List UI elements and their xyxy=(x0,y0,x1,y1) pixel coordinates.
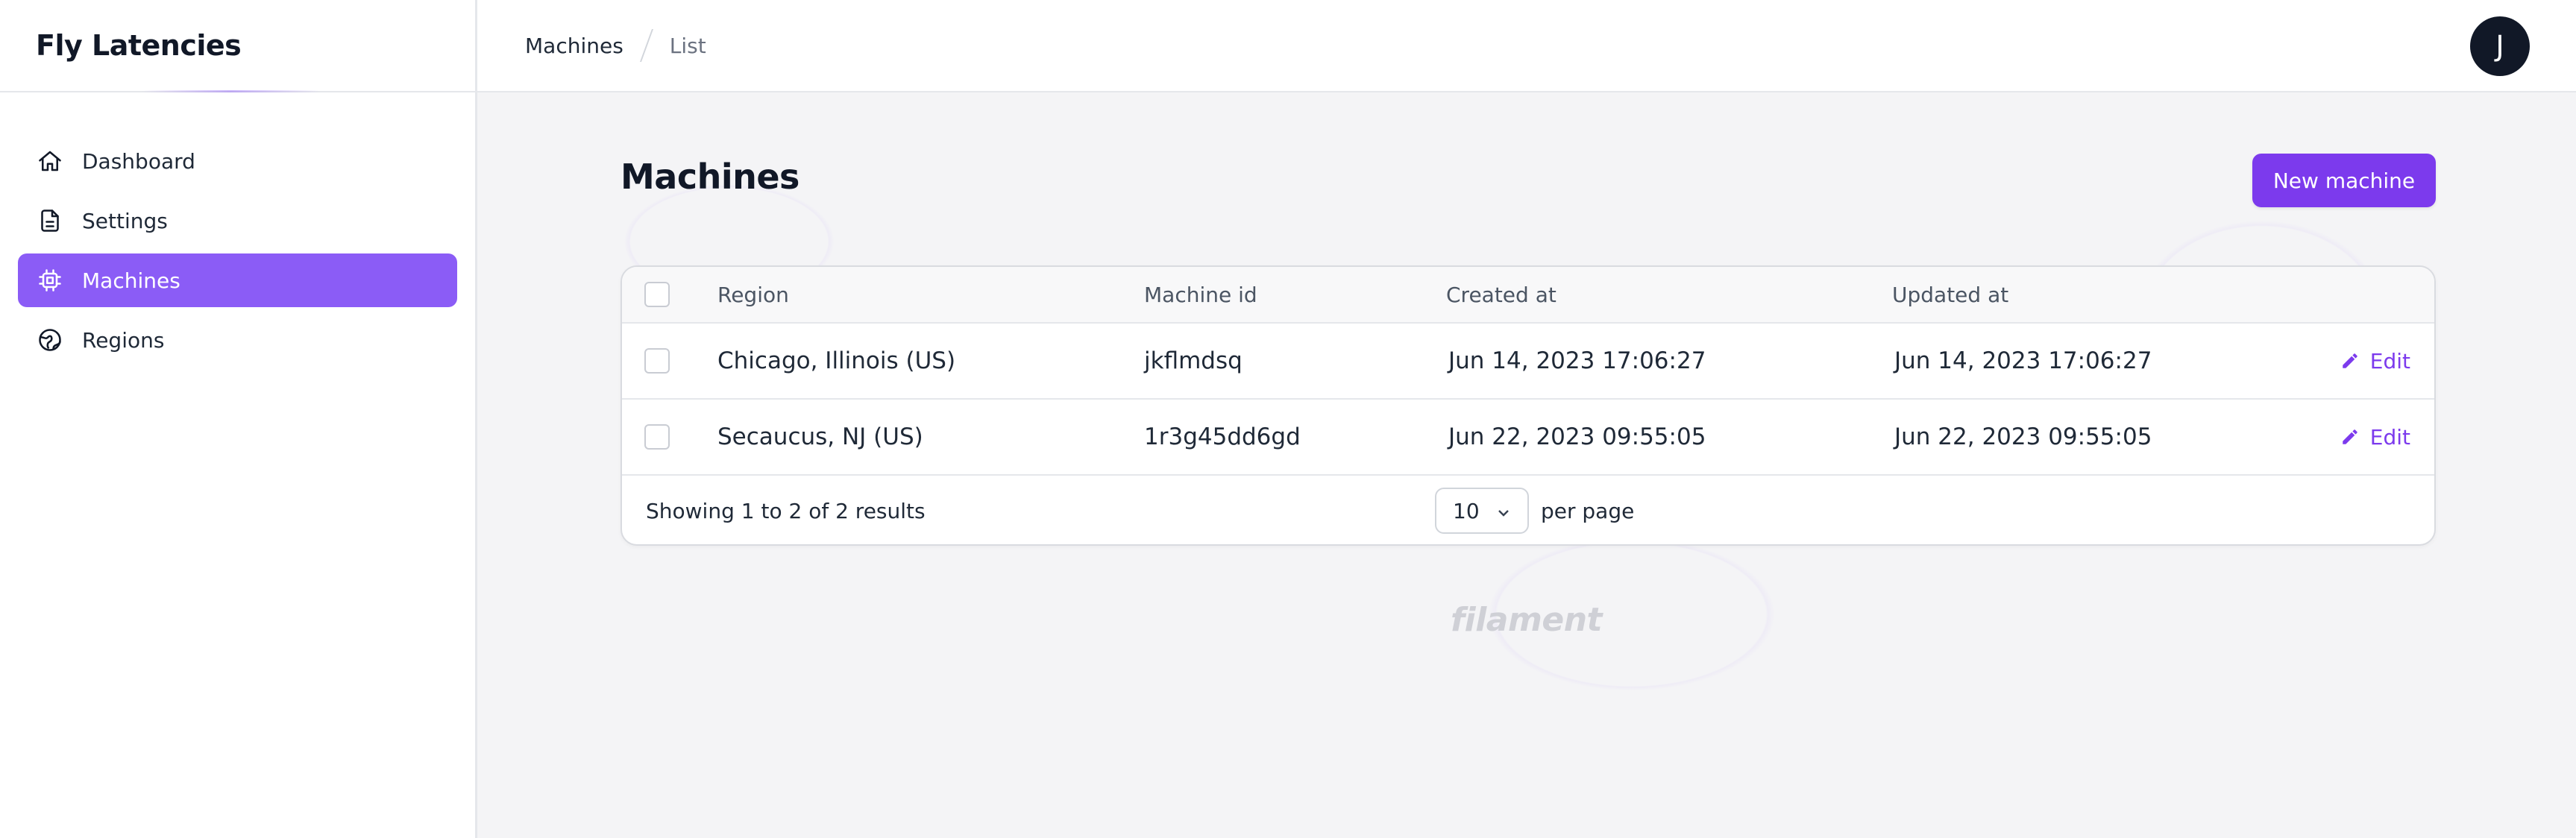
cell-updated-at: Jun 22, 2023 09:55:05 xyxy=(1894,423,2152,450)
sidebar-nav: Dashboard Settings Machines Regions xyxy=(0,92,475,367)
column-header-machine-id[interactable]: Machine id xyxy=(1144,283,1257,307)
sidebar-item-label: Dashboard xyxy=(82,148,195,174)
row-checkbox[interactable] xyxy=(644,424,670,450)
sidebar-brand: Fly Latencies xyxy=(0,0,475,92)
cpu-chip-icon xyxy=(36,266,64,294)
sidebar-item-settings[interactable]: Settings xyxy=(18,194,457,248)
table-header: Region Machine id Created at Updated at xyxy=(622,267,2434,324)
pagination-summary: Showing 1 to 2 of 2 results xyxy=(646,498,926,523)
pencil-icon xyxy=(2343,353,2357,368)
edit-row-button[interactable]: Edit xyxy=(2340,349,2410,374)
main-area: Machines List J Machines New machine Reg… xyxy=(477,0,2576,838)
table-footer: Showing 1 to 2 of 2 results 10 per page xyxy=(622,476,2434,544)
sidebar-item-regions[interactable]: Regions xyxy=(18,313,457,367)
page-title: Machines xyxy=(621,157,799,197)
app-root: Fly Latencies Dashboard Settings Machine… xyxy=(0,0,2576,838)
globe-icon xyxy=(36,326,64,354)
column-header-updated-at[interactable]: Updated at xyxy=(1892,283,2008,307)
new-machine-button[interactable]: New machine xyxy=(2252,154,2436,207)
user-avatar[interactable]: J xyxy=(2470,16,2530,76)
per-page-value: 10 xyxy=(1453,498,1480,523)
document-icon xyxy=(36,207,64,235)
sidebar-item-label: Regions xyxy=(82,327,165,353)
sidebar-item-label: Machines xyxy=(82,268,180,293)
breadcrumb-machines[interactable]: Machines xyxy=(525,34,623,58)
pencil-icon xyxy=(2343,429,2357,444)
sidebar: Fly Latencies Dashboard Settings Machine… xyxy=(0,0,477,838)
column-header-created-at[interactable]: Created at xyxy=(1446,283,1556,307)
per-page-select[interactable]: 10 xyxy=(1435,488,1529,534)
topbar: Machines List J xyxy=(477,0,2576,92)
cell-machine-id: 1r3g45dd6gd xyxy=(1144,423,1301,450)
sidebar-item-dashboard[interactable]: Dashboard xyxy=(18,134,457,188)
cell-region: Secaucus, NJ (US) xyxy=(717,423,923,450)
cell-region: Chicago, Illinois (US) xyxy=(717,347,956,374)
breadcrumb-list[interactable]: List xyxy=(670,34,706,58)
cell-created-at: Jun 22, 2023 09:55:05 xyxy=(1448,423,1706,450)
content-area: Machines New machine Region Machine id C… xyxy=(477,92,2576,838)
cell-machine-id: jkflmdsq xyxy=(1144,347,1243,374)
machines-table: Region Machine id Created at Updated at … xyxy=(621,265,2436,546)
breadcrumb-separator xyxy=(639,29,653,62)
row-checkbox[interactable] xyxy=(644,348,670,374)
per-page-label: per page xyxy=(1541,498,1635,523)
home-icon xyxy=(36,147,64,175)
edit-label: Edit xyxy=(2369,424,2410,450)
cell-updated-at: Jun 14, 2023 17:06:27 xyxy=(1894,347,2152,374)
edit-label: Edit xyxy=(2369,348,2410,374)
select-all-checkbox[interactable] xyxy=(644,282,670,307)
edit-row-button[interactable]: Edit xyxy=(2340,425,2410,450)
table-row: Chicago, Illinois (US) jkflmdsq Jun 14, … xyxy=(622,324,2434,400)
table-row: Secaucus, NJ (US) 1r3g45dd6gd Jun 22, 20… xyxy=(622,400,2434,476)
chevron-down-icon xyxy=(1495,503,1512,520)
filament-logo: filament xyxy=(1451,601,1603,639)
cell-created-at: Jun 14, 2023 17:06:27 xyxy=(1448,347,1706,374)
column-header-region[interactable]: Region xyxy=(717,283,789,307)
brand-title[interactable]: Fly Latencies xyxy=(36,29,242,62)
sidebar-item-machines[interactable]: Machines xyxy=(18,253,457,307)
brand-accent-line xyxy=(142,90,321,92)
sidebar-item-label: Settings xyxy=(82,208,168,233)
